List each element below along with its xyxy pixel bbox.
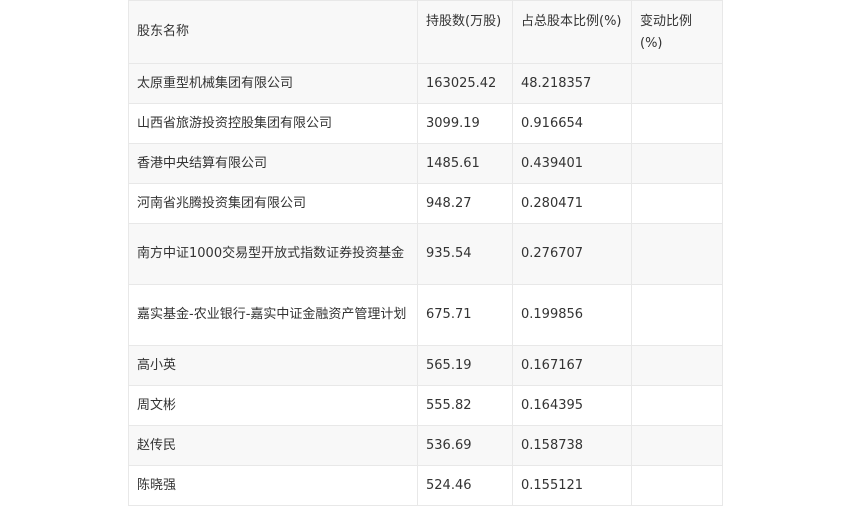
change-cell (631, 465, 723, 506)
change-cell (631, 143, 723, 184)
change-cell (631, 223, 723, 285)
table-row: 太原重型机械集团有限公司 163025.42 48.218357 (128, 63, 723, 104)
change-cell (631, 284, 723, 346)
holder-name-cell: 陈晓强 (128, 465, 418, 506)
ratio-cell: 48.218357 (512, 63, 632, 104)
ratio-cell: 0.916654 (512, 103, 632, 144)
ratio-cell: 0.276707 (512, 223, 632, 285)
table-row: 陈晓强 524.46 0.155121 (128, 465, 723, 506)
table-row: 南方中证1000交易型开放式指数证券投资基金 935.54 0.276707 (128, 223, 723, 285)
shares-cell: 1485.61 (417, 143, 513, 184)
change-cell (631, 425, 723, 466)
shares-cell: 555.82 (417, 385, 513, 426)
holder-name-cell: 香港中央结算有限公司 (128, 143, 418, 184)
shares-cell: 524.46 (417, 465, 513, 506)
header-change: 变动比例(%) (631, 0, 723, 64)
shares-cell: 948.27 (417, 183, 513, 224)
header-holder-name: 股东名称 (128, 0, 418, 64)
table-row: 香港中央结算有限公司 1485.61 0.439401 (128, 143, 723, 184)
shares-cell: 565.19 (417, 345, 513, 386)
ratio-cell: 0.199856 (512, 284, 632, 346)
table-row: 周文彬 555.82 0.164395 (128, 385, 723, 426)
shares-cell: 3099.19 (417, 103, 513, 144)
holder-name-cell: 太原重型机械集团有限公司 (128, 63, 418, 104)
shares-cell: 536.69 (417, 425, 513, 466)
change-cell (631, 103, 723, 144)
table-header-row: 股东名称 持股数(万股) 占总股本比例(%) 变动比例(%) (128, 0, 723, 64)
change-cell (631, 63, 723, 104)
ratio-cell: 0.155121 (512, 465, 632, 506)
holder-name-cell: 高小英 (128, 345, 418, 386)
header-shares: 持股数(万股) (417, 0, 513, 64)
shareholders-table: 股东名称 持股数(万股) 占总股本比例(%) 变动比例(%) 太原重型机械集团有… (128, 0, 723, 506)
holder-name-cell: 南方中证1000交易型开放式指数证券投资基金 (128, 223, 418, 285)
holder-name-cell: 嘉实基金-农业银行-嘉实中证金融资产管理计划 (128, 284, 418, 346)
holder-name-cell: 赵传民 (128, 425, 418, 466)
shares-cell: 163025.42 (417, 63, 513, 104)
change-cell (631, 183, 723, 224)
holder-name-cell: 周文彬 (128, 385, 418, 426)
shares-cell: 935.54 (417, 223, 513, 285)
ratio-cell: 0.164395 (512, 385, 632, 426)
table-row: 高小英 565.19 0.167167 (128, 345, 723, 386)
change-cell (631, 385, 723, 426)
ratio-cell: 0.167167 (512, 345, 632, 386)
table-row: 赵传民 536.69 0.158738 (128, 425, 723, 466)
holder-name-cell: 河南省兆腾投资集团有限公司 (128, 183, 418, 224)
ratio-cell: 0.439401 (512, 143, 632, 184)
header-ratio: 占总股本比例(%) (512, 0, 632, 64)
change-cell (631, 345, 723, 386)
table-row: 山西省旅游投资控股集团有限公司 3099.19 0.916654 (128, 103, 723, 144)
ratio-cell: 0.280471 (512, 183, 632, 224)
table-row: 河南省兆腾投资集团有限公司 948.27 0.280471 (128, 183, 723, 224)
ratio-cell: 0.158738 (512, 425, 632, 466)
shares-cell: 675.71 (417, 284, 513, 346)
table-row: 嘉实基金-农业银行-嘉实中证金融资产管理计划 675.71 0.199856 (128, 284, 723, 346)
holder-name-cell: 山西省旅游投资控股集团有限公司 (128, 103, 418, 144)
